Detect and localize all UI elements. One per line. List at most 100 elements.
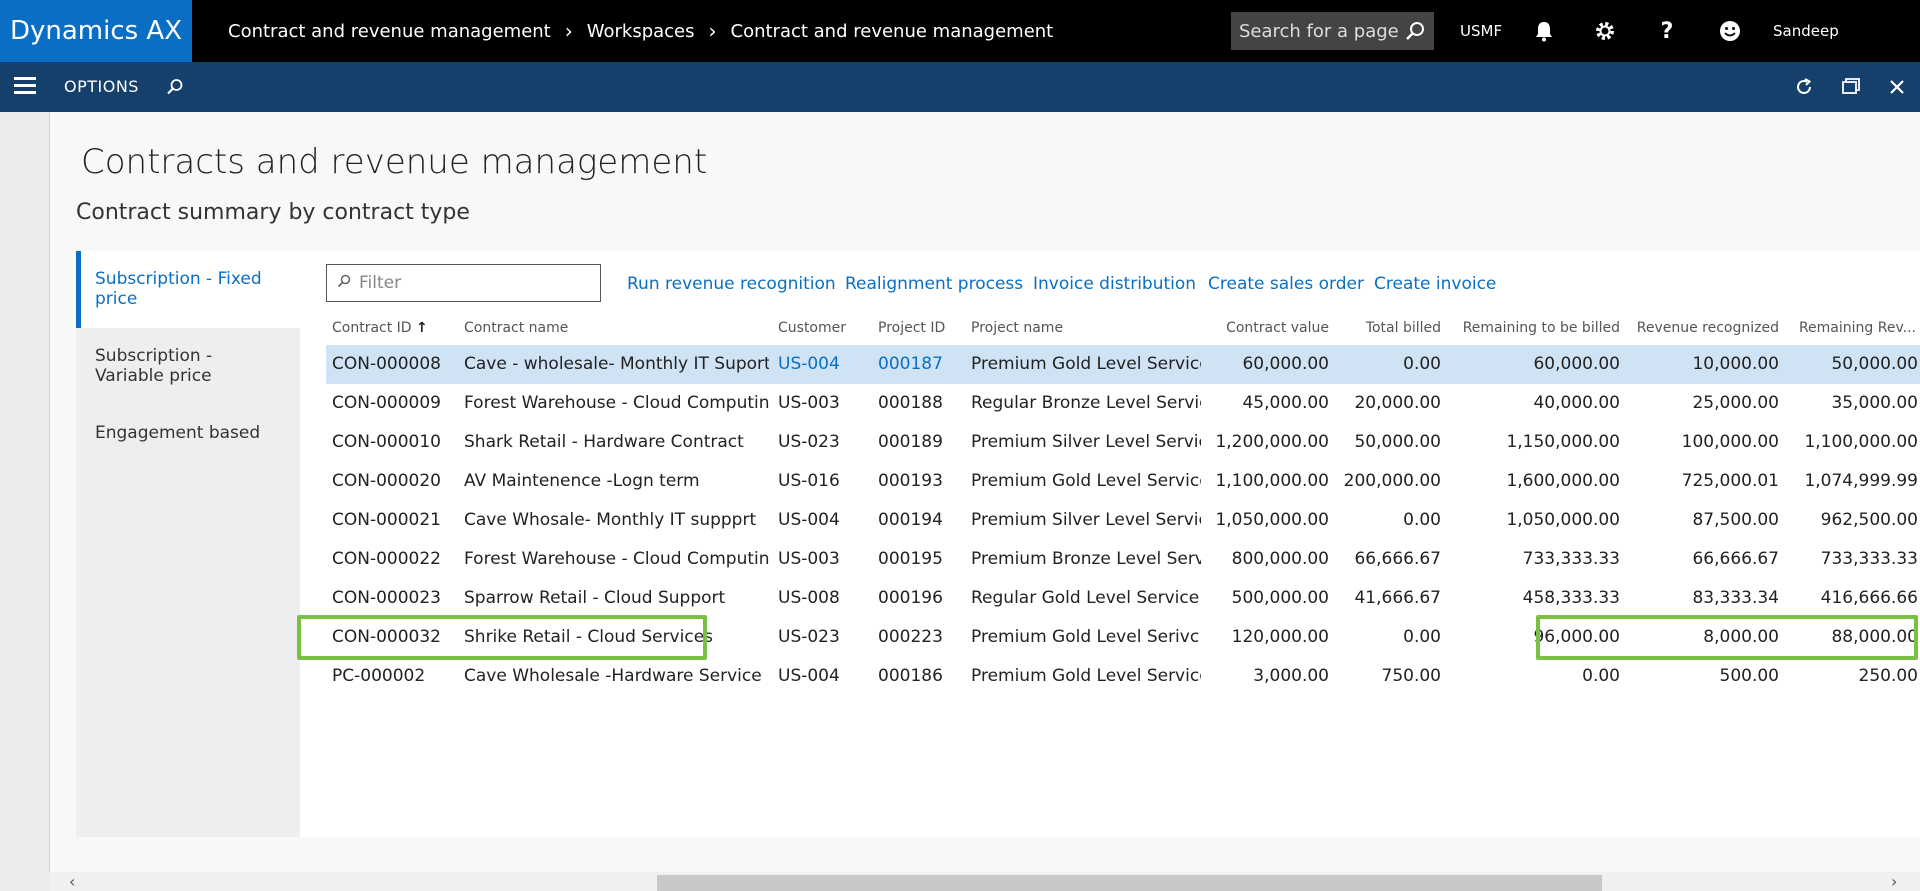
cell-revenue-recognized: 25,000.00 (1692, 393, 1779, 413)
breadcrumb-current[interactable]: Contract and revenue management (731, 21, 1054, 42)
horizontal-scrollbar[interactable]: ‹ › (49, 872, 1920, 891)
cell-remaining-to-be-billed: 733,333.33 (1522, 549, 1620, 569)
close-icon[interactable] (1884, 74, 1910, 100)
create-sales-order-button[interactable]: Create sales order (1208, 274, 1364, 294)
cell-project-name: Premium Gold Level Service (971, 471, 1201, 491)
left-gutter (0, 112, 50, 891)
page-title: Contracts and revenue management (81, 142, 708, 182)
refresh-icon[interactable] (1791, 74, 1817, 100)
contract-type-tabs: Subscription - Fixed price Subscription … (76, 251, 300, 837)
cell-project-id: 000187 (878, 354, 943, 374)
bell-icon[interactable] (1530, 17, 1558, 45)
column-header-revenue-recognized[interactable]: Revenue recognized (1623, 311, 1779, 345)
filter-input[interactable]: Filter (326, 264, 601, 302)
section-title: Contract summary by contract type (76, 200, 470, 225)
smiley-feedback-icon[interactable] (1716, 17, 1744, 45)
cell-project-id: 000186 (878, 666, 943, 686)
page-search-input[interactable]: Search for a page (1231, 12, 1434, 50)
column-header-customer[interactable]: Customer (778, 311, 868, 345)
cell-total-billed: 0.00 (1403, 354, 1441, 374)
column-header-remaining-to-be-billed[interactable]: Remaining to be billed (1446, 311, 1620, 345)
cell-project-id: 000223 (878, 627, 943, 647)
cell-project-id: 000189 (878, 432, 943, 452)
cell-remaining-revenue: 962,500.00 (1820, 510, 1918, 530)
breadcrumb-workspaces[interactable]: Workspaces (587, 21, 695, 42)
cell-contract-name: Shark Retail - Hardware Contract (464, 432, 744, 452)
column-header-contract-name[interactable]: Contract name (464, 311, 764, 345)
table-row[interactable]: CON-000023 Sparrow Retail - Cloud Support… (326, 579, 1920, 618)
tab-subscription-variable-price[interactable]: Subscription - Variable price (76, 328, 300, 405)
cell-revenue-recognized: 87,500.00 (1692, 510, 1779, 530)
search-icon[interactable] (1404, 20, 1426, 47)
table-row[interactable]: CON-000022 Forest Warehouse - Cloud Compu… (326, 540, 1920, 579)
cell-remaining-to-be-billed: 40,000.00 (1533, 393, 1620, 413)
create-invoice-button[interactable]: Create invoice (1374, 274, 1496, 294)
cell-customer: US-016 (778, 471, 840, 491)
column-header-contract-value[interactable]: Contract value (1206, 311, 1329, 345)
cell-customer: US-004 (778, 510, 840, 530)
cell-contract-id: CON-000010 (332, 432, 441, 452)
cell-remaining-to-be-billed: 1,150,000.00 (1506, 432, 1620, 452)
cell-contract-id: CON-000023 (332, 588, 441, 608)
column-header-remaining-revenue[interactable]: Remaining Rev... (1781, 311, 1916, 345)
cell-customer: US-023 (778, 627, 840, 647)
help-icon[interactable]: ? (1653, 17, 1681, 45)
cell-contract-value: 120,000.00 (1231, 627, 1329, 647)
cell-customer: US-023 (778, 432, 840, 452)
cell-contract-name: Sparrow Retail - Cloud Support (464, 588, 726, 608)
filter-placeholder: Filter (359, 273, 402, 293)
cell-contract-value: 1,050,000.00 (1215, 510, 1329, 530)
cell-project-id: 000193 (878, 471, 943, 491)
run-revenue-recognition-button[interactable]: Run revenue recognition (627, 274, 836, 294)
cell-project-name: Premium Bronze Level Serv... (971, 549, 1201, 569)
cell-contract-value: 500,000.00 (1231, 588, 1329, 608)
app-brand[interactable]: Dynamics AX (0, 0, 192, 62)
cell-total-billed: 200,000.00 (1343, 471, 1441, 491)
breadcrumb-module[interactable]: Contract and revenue management (228, 21, 551, 42)
cell-customer: US-003 (778, 393, 840, 413)
column-header-total-billed[interactable]: Total billed (1331, 311, 1441, 345)
tab-engagement-based[interactable]: Engagement based (76, 405, 300, 465)
cell-total-billed: 41,666.67 (1354, 588, 1441, 608)
breadcrumb: Contract and revenue management › Worksp… (228, 0, 1053, 62)
cell-customer: US-004 (778, 666, 840, 686)
table-row[interactable]: CON-000008 Cave - wholesale- Monthly IT S… (326, 345, 1920, 384)
highlight-box-amounts (1536, 615, 1918, 660)
table-row[interactable]: CON-000020 AV Maintenence -Logn term US-01… (326, 462, 1920, 501)
column-header-project-name[interactable]: Project name (971, 311, 1201, 345)
search-icon[interactable] (162, 74, 188, 100)
contracts-panel: Filter Run revenue recognition Realignme… (297, 251, 1920, 837)
scroll-right-icon[interactable]: › (1891, 872, 1897, 891)
cell-project-name: Premium Silver Level Service (971, 432, 1201, 452)
options-tab[interactable]: OPTIONS (64, 62, 139, 112)
cell-contract-id: CON-000022 (332, 549, 441, 569)
table-row[interactable]: PC-000002 Cave Wholesale -Hardware Servic… (326, 657, 1920, 696)
cell-project-name: Regular Bronze Level Service (971, 393, 1201, 413)
scrollbar-thumb[interactable] (657, 875, 1602, 891)
tab-subscription-fixed-price[interactable]: Subscription - Fixed price (76, 251, 300, 328)
hamburger-menu-icon[interactable] (14, 77, 36, 97)
open-new-window-icon[interactable] (1838, 74, 1864, 100)
cell-project-name: Premium Gold Level Service (971, 666, 1201, 686)
realignment-process-button[interactable]: Realignment process (845, 274, 1023, 294)
cell-customer: US-003 (778, 549, 840, 569)
cell-contract-name: AV Maintenence -Logn term (464, 471, 700, 491)
cell-contract-id: CON-000021 (332, 510, 441, 530)
column-header-contract-id[interactable]: Contract ID ↑ (332, 311, 452, 345)
company-selector[interactable]: USMF (1460, 0, 1502, 62)
cell-project-name: Premium Gold Level Service (971, 354, 1201, 374)
column-header-project-id[interactable]: Project ID (878, 311, 958, 345)
cell-contract-name: Forest Warehouse - Cloud Computing (464, 393, 769, 413)
scroll-left-icon[interactable]: ‹ (69, 872, 75, 891)
cell-contract-name: Forest Warehouse - Cloud Computing (464, 549, 769, 569)
table-row[interactable]: CON-000009 Forest Warehouse - Cloud Compu… (326, 384, 1920, 423)
cell-total-billed: 20,000.00 (1354, 393, 1441, 413)
cell-customer: US-008 (778, 588, 840, 608)
cell-remaining-to-be-billed: 458,333.33 (1522, 588, 1620, 608)
invoice-distribution-button[interactable]: Invoice distribution (1033, 274, 1196, 294)
table-row[interactable]: CON-000021 Cave Whosale- Monthly IT suppp… (326, 501, 1920, 540)
gear-icon[interactable] (1591, 17, 1619, 45)
cell-contract-name: Cave - wholesale- Monthly IT Suport (464, 354, 769, 374)
cell-customer: US-004 (778, 354, 840, 374)
table-row[interactable]: CON-000010 Shark Retail - Hardware Contra… (326, 423, 1920, 462)
